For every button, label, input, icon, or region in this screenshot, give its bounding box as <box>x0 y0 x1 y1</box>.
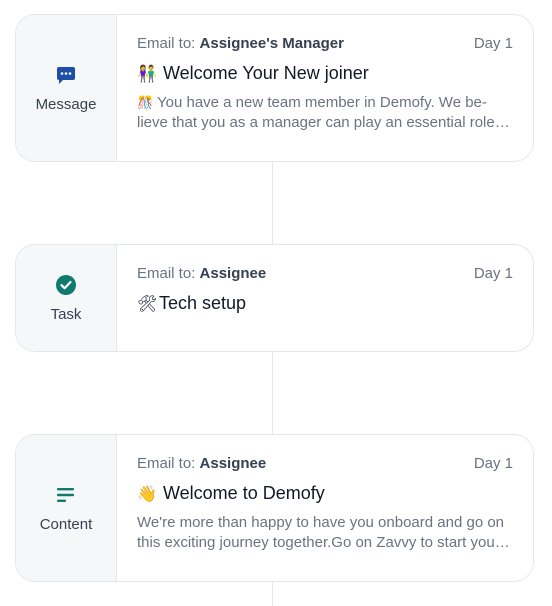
day-label: Day 1 <box>473 35 513 52</box>
people-emoji-icon: 👫 <box>137 65 157 83</box>
step-title: 🛠 Tech setup <box>137 293 247 313</box>
timeline-connector <box>272 580 273 606</box>
waving-hand-emoji-icon: 👋 <box>137 485 157 503</box>
chat-bubble-icon <box>55 64 77 86</box>
timeline-connector <box>272 160 273 246</box>
email-recipient: Email to: Assignee's Manager <box>137 35 344 52</box>
check-circle-icon <box>55 274 77 296</box>
step-type-panel: Message <box>16 15 117 161</box>
text-lines-icon <box>55 484 77 506</box>
email-recipient: Email to: Assignee <box>137 265 267 282</box>
step-type-panel: Content <box>16 435 117 581</box>
step-title: 👫 Welcome Your New joiner <box>137 63 369 83</box>
step-card-task[interactable]: Task Email to: Assignee Day 1 🛠 Tech set… <box>15 244 534 352</box>
step-type-label: Content <box>39 515 93 533</box>
timeline-connector <box>272 350 273 436</box>
step-preview: 🎊 You have a new team member in Demofy. W… <box>137 94 511 131</box>
step-title: 👋 Welcome to Demofy <box>137 483 325 503</box>
tools-emoji-icon: 🛠 <box>137 295 158 313</box>
confetti-emoji-icon: 🎊 <box>137 95 154 110</box>
step-type-label: Message <box>35 95 97 113</box>
step-card-content[interactable]: Content Email to: Assignee Day 1 👋 Welco… <box>15 434 534 582</box>
day-label: Day 1 <box>473 265 513 282</box>
step-type-label: Task <box>50 305 82 323</box>
step-type-panel: Task <box>16 245 117 351</box>
email-recipient: Email to: Assignee <box>137 455 267 472</box>
step-preview: We're more than happy to have you onboar… <box>137 514 505 551</box>
day-label: Day 1 <box>473 455 513 472</box>
step-card-message[interactable]: Message Email to: Assignee's Manager Day… <box>15 14 534 162</box>
